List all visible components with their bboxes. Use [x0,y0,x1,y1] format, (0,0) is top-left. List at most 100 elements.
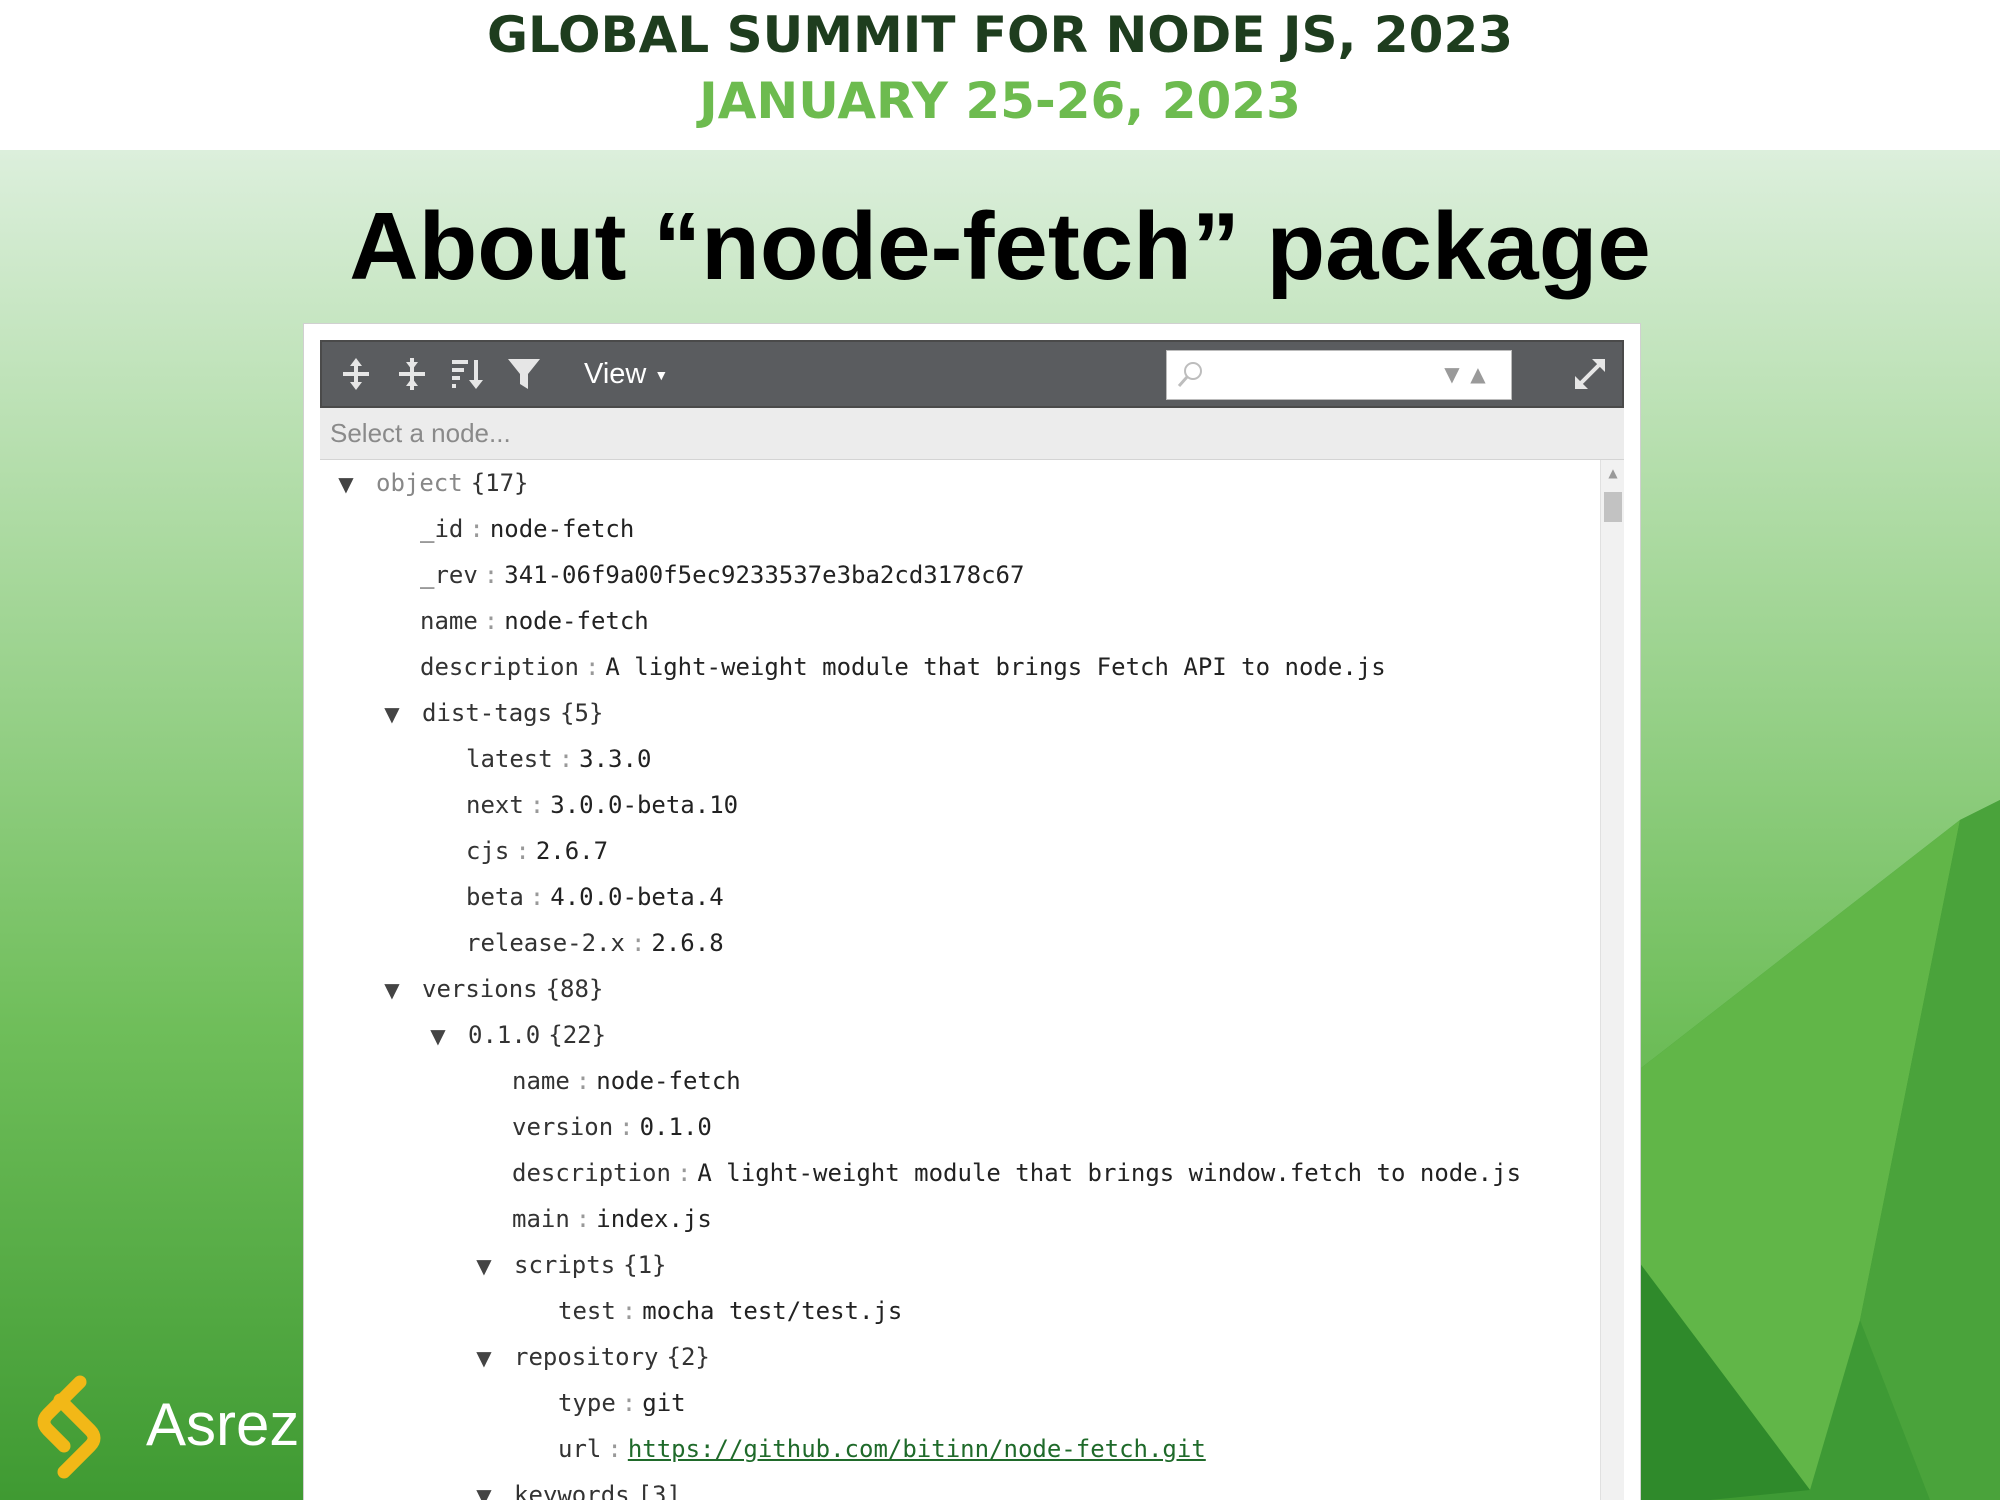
node-path-placeholder: Select a node... [330,418,511,448]
node-key: keywords [514,1481,630,1500]
tree-node-versions[interactable]: ▼ versions {88} [378,966,603,1012]
collapse-toggle-icon[interactable]: ▼ [378,691,406,737]
tree-node-keywords[interactable]: ▼ keywords [3] [470,1472,681,1500]
view-menu-label: View [584,358,647,390]
tree-field-version-name[interactable]: name: node-fetch [512,1058,741,1104]
slide-title: About “node-fetch” package [349,193,1651,300]
tree-field-test[interactable]: test: mocha test/test.js [558,1288,902,1334]
sort-icon[interactable] [446,352,490,396]
field-value: 341-06f9a00f5ec9233537e3ba2cd3178c67 [504,561,1025,589]
field-key: name [420,607,478,635]
field-value: 2.6.8 [651,929,724,957]
node-count: {22} [548,1021,607,1049]
field-value: git [642,1389,686,1417]
field-key: _id [420,515,464,543]
field-key: cjs [466,837,510,865]
field-key: next [466,791,524,819]
search-icon [1177,362,1202,387]
tree-node-repository[interactable]: ▼ repository {2} [470,1334,710,1380]
field-separator: : [584,653,600,681]
field-separator: : [619,1113,634,1141]
field-key: url [558,1435,602,1463]
tree-node-dist-tags[interactable]: ▼ dist-tags {5} [378,690,603,736]
node-key: 0.1.0 [468,1021,541,1049]
tree-field-rev[interactable]: _rev:341-06f9a00f5ec9233537e3ba2cd3178c6… [420,552,1024,598]
collapse-toggle-icon[interactable]: ▼ [470,1335,498,1381]
field-separator: : [558,745,574,773]
field-separator: : [529,883,545,911]
field-key: description [420,653,579,681]
tree-field-version-version[interactable]: version:0.1.0 [512,1104,712,1150]
expand-all-icon[interactable] [334,352,378,396]
field-separator: : [630,929,646,957]
field-separator: : [607,1435,622,1463]
scroll-up-icon[interactable]: ▲ [1605,466,1621,480]
tree-field-version-main[interactable]: main: index.js [512,1196,712,1242]
search-next-icon[interactable]: ▼ [1441,364,1463,384]
collapse-toggle-icon[interactable]: ▼ [424,1013,452,1059]
field-value: node-fetch [596,1067,741,1095]
tree-node-scripts[interactable]: ▼ scripts {1} [470,1242,667,1289]
field-value: 4.0.0-beta.4 [550,883,724,911]
scrollbar-thumb[interactable] [1604,492,1622,522]
node-path-bar[interactable]: Select a node... [320,408,1624,460]
tree-node-root[interactable]: ▼ object {17} [332,460,529,507]
field-value: index.js [596,1205,712,1233]
node-key: versions [422,975,538,1003]
node-count: {17} [470,469,529,497]
field-key: beta [466,883,524,911]
collapse-toggle-icon[interactable]: ▼ [470,1473,498,1500]
node-count: {5} [560,699,604,727]
collapse-all-icon[interactable] [390,352,434,396]
tree-field-url[interactable]: url: https://github.com/bitinn/node-fetch… [558,1426,1206,1472]
field-key: test [558,1297,616,1325]
node-key: object [376,469,463,497]
search-input[interactable] [1209,357,1419,393]
summit-title: GLOBAL SUMMIT FOR NODE JS, 2023 [486,6,1514,64]
caret-down-icon: ▼ [654,367,669,384]
field-key: type [558,1389,616,1417]
tree-field-latest[interactable]: latest:3.3.0 [466,736,651,782]
field-separator: : [575,1205,591,1233]
collapse-toggle-icon[interactable]: ▼ [378,967,406,1013]
tree-field-version-description[interactable]: description: A light-weight module that b… [512,1150,1521,1196]
tree-node-version-0-1-0[interactable]: ▼ 0.1.0 {22} [424,1012,606,1058]
view-menu[interactable]: View ▼ [584,358,668,394]
search-box: ▼ ▲ [1166,350,1512,400]
field-value: node-fetch [489,515,635,543]
field-value: 0.1.0 [639,1113,712,1141]
fullscreen-icon[interactable] [1568,352,1612,396]
search-previous-icon[interactable]: ▲ [1467,364,1489,384]
tree-field-name[interactable]: name: node-fetch [420,598,649,644]
field-key: latest [466,745,553,773]
tree-field-id[interactable]: _id: node-fetch [420,506,634,552]
collapse-toggle-icon[interactable]: ▼ [332,461,360,507]
mountain-decoration [1600,800,2000,1500]
tree-field-type[interactable]: type: git [558,1380,686,1426]
field-separator: : [621,1297,637,1325]
collapse-toggle-icon[interactable]: ▼ [470,1243,498,1289]
summit-date: JANUARY 25-26, 2023 [699,72,1301,130]
field-key: main [512,1205,570,1233]
tree-field-release-2x[interactable]: release-2.x:2.6.8 [466,920,724,966]
node-count: {1} [623,1251,667,1279]
tree-field-description[interactable]: description: A light-weight module that b… [420,644,1386,690]
field-key: name [512,1067,570,1095]
tree-field-next[interactable]: next:3.0.0-beta.10 [466,782,738,828]
field-separator: : [483,607,499,635]
header-band: GLOBAL SUMMIT FOR NODE JS, 2023 JANUARY … [0,0,2000,150]
tree-scrollbar[interactable]: ▲ [1600,460,1624,1500]
json-viewer: View ▼ ▼ ▲ Select a node... ▼ object {17} _… [304,324,1640,1500]
field-value: mocha test/test.js [642,1297,903,1325]
viewer-toolbar: View ▼ ▼ ▲ [320,340,1624,408]
tree-field-cjs[interactable]: cjs:2.6.7 [466,828,608,874]
filter-icon[interactable] [502,352,546,396]
field-value: 3.3.0 [579,745,652,773]
field-value: 3.0.0-beta.10 [550,791,739,819]
node-key: scripts [514,1251,616,1279]
repository-url-link[interactable]: https://github.com/bitinn/node-fetch.git [628,1435,1206,1463]
field-separator: : [621,1389,637,1417]
tree-field-beta[interactable]: beta:4.0.0-beta.4 [466,874,724,920]
node-count: {88} [545,975,604,1003]
field-separator: : [483,561,499,589]
